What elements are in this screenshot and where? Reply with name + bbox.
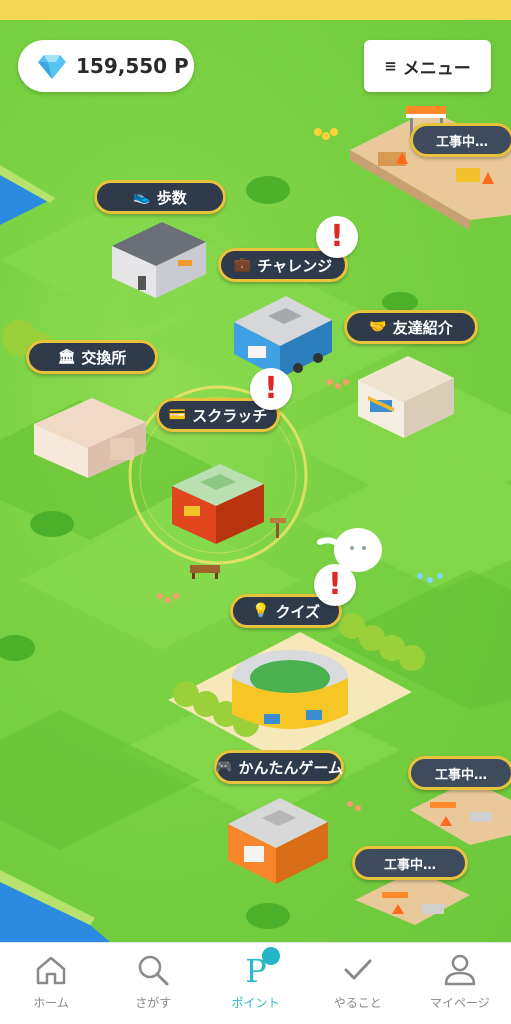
shoe-icon: 👟 [133, 189, 151, 205]
gamepad-icon: 🎮 [215, 759, 233, 775]
tab-search-label: さがす [135, 996, 172, 1010]
exchange-label[interactable]: 🏛 交換所 [26, 340, 158, 374]
card-icon: 💳 [168, 407, 187, 423]
hamburger-icon: ≡ [384, 57, 397, 75]
menu-button[interactable]: ≡ メニュー [364, 40, 491, 92]
diamond-icon [38, 55, 66, 79]
briefcase-icon: 💼 [233, 257, 252, 273]
construction-label-2[interactable]: 工事中… [408, 756, 511, 790]
construction-label-3-text: 工事中… [383, 857, 436, 873]
easy-game-building[interactable] [222, 790, 334, 888]
tab-search[interactable]: さがす [102, 943, 204, 1024]
construction-site-3[interactable] [362, 882, 462, 932]
challenge-label-text: チャレンジ [257, 256, 333, 275]
exchange-building[interactable] [30, 394, 150, 480]
exchange-label-text: 交換所 [81, 348, 127, 367]
home-icon [36, 956, 66, 985]
tab-home-label: ホーム [33, 996, 69, 1010]
construction-label-1-text: 工事中… [435, 134, 488, 150]
map-area[interactable]: 159,550 P ≡ メニュー 👟 歩数 工事中… 💼 チャレンジ ! 🤝 友… [0, 20, 511, 942]
tab-mypage-label: マイページ [430, 996, 490, 1010]
bottom-tab-bar: ホーム さがす P ポイント やること マイページ [0, 942, 511, 1024]
menu-label: メニュー [402, 58, 471, 79]
alert-icon: ! [264, 371, 278, 406]
construction-label-2-text: 工事中… [434, 767, 487, 783]
referral-building[interactable] [352, 346, 460, 442]
steps-building[interactable] [108, 216, 210, 300]
steps-label[interactable]: 👟 歩数 [94, 180, 226, 214]
quiz-alert-badge: ! [314, 564, 356, 606]
easy-game-label-text: かんたんゲーム [238, 758, 343, 777]
user-icon [444, 954, 476, 986]
challenge-alert-badge: ! [316, 216, 358, 258]
quiz-label-text: クイズ [275, 602, 320, 621]
scratch-label-text: スクラッチ [192, 406, 268, 425]
steps-label-text: 歩数 [156, 188, 187, 207]
lightbulb-icon: 💡 [252, 603, 270, 619]
tab-home[interactable]: ホーム [0, 943, 102, 1024]
tab-points-label: ポイント [231, 996, 280, 1010]
referral-label-text: 友達紹介 [392, 318, 453, 337]
easy-game-label[interactable]: 🎮 かんたんゲーム [214, 750, 344, 784]
bank-icon: 🏛 [57, 349, 76, 365]
scratch-building[interactable] [166, 456, 270, 548]
quiz-stadium[interactable] [228, 644, 352, 744]
top-status-strip [0, 0, 511, 20]
handshake-icon: 🤝 [369, 319, 387, 335]
scratch-alert-badge: ! [250, 368, 292, 410]
notification-dot [262, 947, 281, 965]
challenge-building[interactable] [228, 288, 338, 382]
construction-site-2[interactable] [420, 792, 511, 840]
tab-points[interactable]: P ポイント [204, 943, 306, 1024]
tab-mypage[interactable]: マイページ [409, 943, 511, 1024]
construction-label-1[interactable]: 工事中… [410, 123, 511, 157]
alert-icon: ! [330, 219, 344, 254]
construction-label-3[interactable]: 工事中… [352, 846, 468, 880]
search-icon [139, 955, 169, 986]
check-icon [344, 959, 372, 980]
alert-icon: ! [328, 567, 342, 602]
points-balance[interactable]: 159,550 P [18, 40, 194, 92]
referral-label[interactable]: 🤝 友達紹介 [344, 310, 478, 344]
points-value: 159,550 P [76, 54, 189, 78]
tab-todo-label: やること [333, 996, 382, 1010]
tab-todo[interactable]: やること [307, 943, 409, 1024]
